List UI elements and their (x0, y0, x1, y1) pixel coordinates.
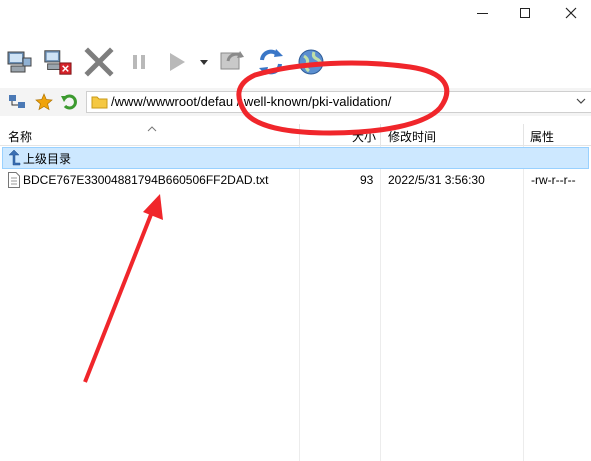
refresh-button[interactable] (256, 46, 286, 78)
column-line (299, 146, 300, 461)
toolbar (0, 42, 591, 86)
address-path: /www/wwwroot/defau /.well-known/pki-vali… (111, 94, 392, 109)
go-up-button[interactable] (60, 93, 78, 111)
column-divider[interactable] (299, 124, 300, 146)
maximize-icon (520, 8, 530, 18)
column-attributes[interactable]: 属性 (530, 128, 554, 145)
file-attributes: -rw-r--r-- (531, 173, 576, 187)
column-line (523, 146, 524, 461)
close-button[interactable] (551, 0, 591, 26)
address-row: /www/wwwroot/defau /.well-known/pki-vali… (0, 88, 591, 116)
file-modified: 2022/5/31 3:56:30 (388, 173, 485, 187)
network-icon (9, 95, 25, 108)
parent-directory-row[interactable]: 上级目录 (2, 147, 589, 169)
text-file-icon (8, 172, 20, 191)
column-divider[interactable] (523, 124, 524, 146)
annotation-arrow-head (143, 194, 163, 220)
close-icon (565, 7, 577, 19)
play-icon (170, 53, 185, 71)
sync-button[interactable] (218, 46, 248, 78)
minimize-icon (476, 12, 488, 14)
up-arrow-icon (7, 149, 21, 169)
file-name: BDCE767E33004881794B660506FF2DAD.txt (23, 173, 269, 187)
play-button[interactable] (162, 46, 192, 78)
dropdown-arrow-icon (200, 60, 208, 65)
site-manager-button[interactable] (8, 93, 26, 111)
play-dropdown-button[interactable] (194, 46, 214, 78)
file-size: 93 (360, 173, 374, 187)
back-arrow-icon (61, 94, 77, 110)
column-size[interactable]: 大小 (352, 128, 376, 145)
sync-icon (220, 51, 244, 70)
disconnect-button[interactable] (42, 46, 72, 78)
pause-icon (133, 55, 145, 69)
column-line (380, 146, 381, 461)
sort-arrow-icon (147, 122, 157, 136)
cancel-icon (84, 47, 114, 77)
star-icon (35, 93, 53, 111)
file-row[interactable]: BDCE767E33004881794B660506FF2DAD.txt 93 … (0, 170, 591, 192)
address-bar[interactable]: /www/wwwroot/defau /.well-known/pki-vali… (86, 91, 591, 113)
globe-icon (298, 49, 324, 75)
chevron-down-icon[interactable] (575, 95, 587, 110)
connect-icon (7, 51, 32, 73)
column-header: 名称 大小 修改时间 属性 (0, 124, 591, 146)
annotation-arrow-shaft (83, 211, 154, 383)
title-bar (0, 0, 591, 30)
refresh-icon (259, 49, 283, 75)
connect-button[interactable] (4, 46, 34, 78)
maximize-button[interactable] (505, 0, 545, 26)
cancel-button[interactable] (84, 46, 114, 78)
minimize-button[interactable] (462, 0, 502, 26)
column-divider[interactable] (380, 124, 381, 146)
folder-icon (91, 95, 108, 112)
globe-button[interactable] (296, 46, 326, 78)
column-modified[interactable]: 修改时间 (388, 128, 436, 145)
favorites-button[interactable] (35, 93, 53, 111)
column-name[interactable]: 名称 (8, 128, 32, 145)
pause-button[interactable] (124, 46, 154, 78)
parent-directory-label: 上级目录 (23, 152, 72, 166)
disconnect-icon (44, 50, 72, 75)
